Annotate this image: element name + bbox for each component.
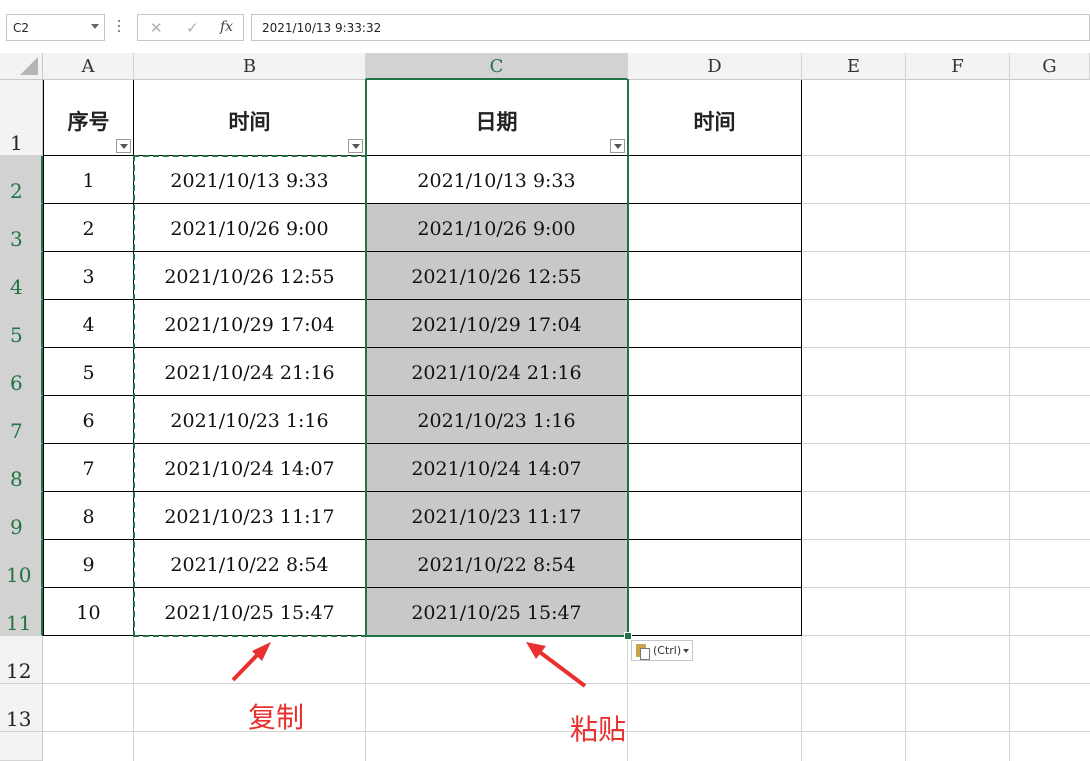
paste-options-label: (Ctrl) — [653, 644, 682, 657]
insert-function-icon[interactable]: fx — [220, 19, 233, 35]
annotation-copy: 复制 — [248, 701, 305, 734]
cell-seq[interactable]: 9 — [44, 554, 133, 576]
copy-marquee — [133, 155, 367, 637]
row-header-4[interactable]: 4 — [0, 252, 43, 300]
cell-seq[interactable]: 3 — [44, 266, 133, 288]
cell-seq[interactable]: 10 — [44, 602, 133, 624]
name-box-value: C2 — [13, 21, 30, 35]
cell-seq[interactable]: 6 — [44, 410, 133, 432]
row-header-5[interactable]: 5 — [0, 300, 43, 348]
cell-seq[interactable]: 8 — [44, 506, 133, 528]
row-header-2[interactable]: 2 — [0, 156, 43, 204]
row-header-12[interactable]: 12 — [0, 636, 43, 684]
cancel-icon[interactable]: ✕ — [150, 19, 163, 37]
chevron-down-icon[interactable] — [91, 24, 99, 29]
header-time[interactable]: 时间 — [134, 106, 365, 136]
cell-seq[interactable]: 5 — [44, 362, 133, 384]
enter-icon[interactable]: ✓ — [186, 19, 199, 37]
row-header-14[interactable] — [0, 732, 43, 761]
header-time-2[interactable]: 时间 — [628, 106, 801, 136]
cell-seq[interactable]: 1 — [44, 170, 133, 192]
formula-bar: C2 ✕ ✓ fx 2021/10/13 9:33:32 — [0, 0, 1090, 53]
row-header-13[interactable]: 13 — [0, 684, 43, 732]
name-box[interactable]: C2 — [6, 14, 105, 41]
column-header-a[interactable]: A — [43, 53, 134, 80]
column-header-e[interactable]: E — [802, 53, 906, 80]
column-header-g[interactable]: G — [1010, 53, 1090, 80]
column-header-d[interactable]: D — [628, 53, 802, 80]
formula-buttons: ✕ ✓ fx — [137, 14, 244, 41]
row-header-6[interactable]: 6 — [0, 348, 43, 396]
cell-seq[interactable]: 7 — [44, 458, 133, 480]
filter-dropdown-icon[interactable] — [348, 139, 363, 153]
row-header-9[interactable]: 9 — [0, 492, 43, 540]
select-all-button[interactable] — [0, 53, 43, 80]
column-header-c[interactable]: C — [366, 53, 628, 80]
copy-arrow-icon — [231, 642, 271, 682]
more-icon — [118, 20, 121, 34]
column-header-f[interactable]: F — [906, 53, 1010, 80]
filter-dropdown-icon[interactable] — [116, 139, 131, 153]
header-seq[interactable]: 序号 — [44, 106, 133, 136]
annotation-paste: 粘贴 — [570, 713, 627, 746]
fill-handle[interactable] — [624, 632, 632, 640]
row-header-11[interactable]: 11 — [0, 588, 43, 636]
selection-range — [365, 79, 629, 637]
cell-seq[interactable]: 4 — [44, 314, 133, 336]
row-header-1[interactable]: 1 — [0, 80, 43, 156]
chevron-down-icon — [683, 649, 689, 653]
paste-arrow-icon — [526, 642, 587, 688]
formula-input[interactable]: 2021/10/13 9:33:32 — [251, 14, 1090, 41]
row-header-3[interactable]: 3 — [0, 204, 43, 252]
column-header-b[interactable]: B — [134, 53, 366, 80]
cell-seq[interactable]: 2 — [44, 218, 133, 240]
formula-value: 2021/10/13 9:33:32 — [262, 21, 382, 35]
row-header-8[interactable]: 8 — [0, 444, 43, 492]
row-header-7[interactable]: 7 — [0, 396, 43, 444]
row-header-10[interactable]: 10 — [0, 540, 43, 588]
paste-options-button[interactable]: (Ctrl) — [631, 640, 693, 661]
